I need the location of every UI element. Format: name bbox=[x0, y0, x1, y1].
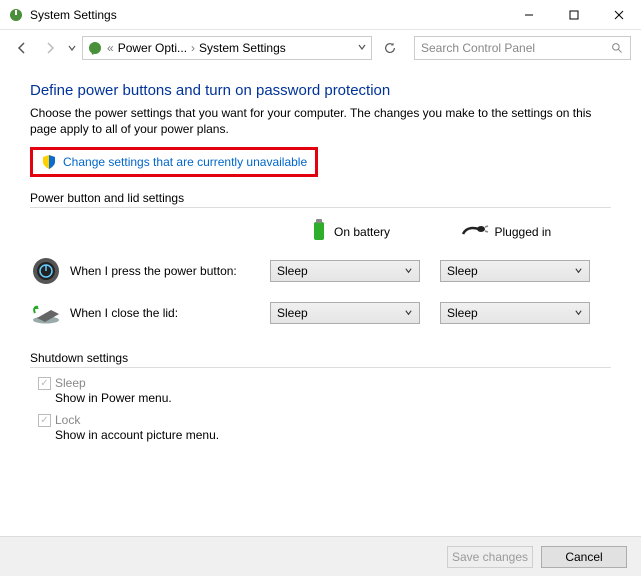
divider bbox=[30, 367, 611, 368]
section-shutdown: Shutdown settings bbox=[30, 351, 611, 365]
shutdown-lock-option: Lock Show in account picture menu. bbox=[38, 413, 611, 442]
power-button-plugged-select[interactable]: Sleep bbox=[440, 260, 590, 282]
divider bbox=[30, 207, 611, 208]
chevron-down-icon bbox=[404, 264, 413, 278]
history-dropdown[interactable] bbox=[66, 36, 78, 60]
chevron-down-icon[interactable] bbox=[357, 41, 367, 55]
lock-checkbox[interactable] bbox=[38, 414, 51, 427]
col-on-battery: On battery bbox=[310, 218, 461, 245]
window-title: System Settings bbox=[30, 8, 117, 22]
select-value: Sleep bbox=[447, 306, 574, 320]
select-value: Sleep bbox=[277, 264, 404, 278]
cancel-button[interactable]: Cancel bbox=[541, 546, 627, 568]
page-title: Define power buttons and turn on passwor… bbox=[30, 82, 611, 99]
row-label: When I press the power button: bbox=[70, 264, 270, 278]
row-close-lid: When I close the lid: Sleep Sleep bbox=[30, 297, 611, 329]
highlight-box: Change settings that are currently unava… bbox=[30, 147, 318, 177]
close-lid-battery-select[interactable]: Sleep bbox=[270, 302, 420, 324]
laptop-lid-icon bbox=[30, 297, 62, 329]
section-power-lid: Power button and lid settings bbox=[30, 191, 611, 205]
forward-button[interactable] bbox=[38, 36, 62, 60]
chevron-down-icon bbox=[574, 264, 583, 278]
chevron-down-icon bbox=[404, 306, 413, 320]
chevron-down-icon bbox=[574, 306, 583, 320]
navbar: « Power Opti... › System Settings Search… bbox=[0, 30, 641, 66]
search-placeholder: Search Control Panel bbox=[421, 41, 611, 55]
row-label: When I close the lid: bbox=[70, 306, 270, 320]
checkbox-label: Sleep bbox=[55, 376, 86, 390]
checkbox-label: Lock bbox=[55, 413, 80, 427]
close-lid-plugged-select[interactable]: Sleep bbox=[440, 302, 590, 324]
power-options-icon bbox=[87, 40, 103, 56]
checkbox-sublabel: Show in account picture menu. bbox=[55, 428, 219, 442]
checkbox-sublabel: Show in Power menu. bbox=[55, 391, 172, 405]
chevron-right-icon: › bbox=[191, 41, 195, 55]
breadcrumb-sep-icon: « bbox=[107, 41, 114, 55]
breadcrumb[interactable]: « Power Opti... › System Settings bbox=[82, 36, 372, 60]
power-button-battery-select[interactable]: Sleep bbox=[270, 260, 420, 282]
breadcrumb-part[interactable]: System Settings bbox=[199, 41, 286, 55]
maximize-button[interactable] bbox=[551, 0, 596, 29]
footer: Save changes Cancel bbox=[0, 536, 641, 576]
row-power-button: When I press the power button: Sleep Sle… bbox=[30, 255, 611, 287]
col-label: Plugged in bbox=[495, 225, 552, 239]
search-input[interactable]: Search Control Panel bbox=[414, 36, 631, 60]
app-icon bbox=[8, 7, 24, 23]
page-description: Choose the power settings that you want … bbox=[30, 105, 611, 137]
shield-icon bbox=[41, 154, 57, 170]
breadcrumb-part[interactable]: Power Opti... bbox=[118, 41, 187, 55]
column-headers: On battery Plugged in bbox=[30, 218, 611, 245]
titlebar: System Settings bbox=[0, 0, 641, 30]
shutdown-sleep-option: Sleep Show in Power menu. bbox=[38, 376, 611, 405]
power-button-icon bbox=[30, 255, 62, 287]
battery-icon bbox=[310, 218, 328, 245]
content-area: Define power buttons and turn on passwor… bbox=[0, 66, 641, 536]
close-button[interactable] bbox=[596, 0, 641, 29]
back-button[interactable] bbox=[10, 36, 34, 60]
select-value: Sleep bbox=[447, 264, 574, 278]
refresh-button[interactable] bbox=[376, 36, 404, 60]
sleep-checkbox[interactable] bbox=[38, 377, 51, 390]
change-settings-link[interactable]: Change settings that are currently unava… bbox=[63, 155, 307, 169]
save-button[interactable]: Save changes bbox=[447, 546, 533, 568]
col-plugged-in: Plugged in bbox=[461, 218, 612, 245]
minimize-button[interactable] bbox=[506, 0, 551, 29]
col-label: On battery bbox=[334, 225, 390, 239]
select-value: Sleep bbox=[277, 306, 404, 320]
plug-icon bbox=[461, 222, 489, 241]
search-icon bbox=[611, 42, 624, 55]
